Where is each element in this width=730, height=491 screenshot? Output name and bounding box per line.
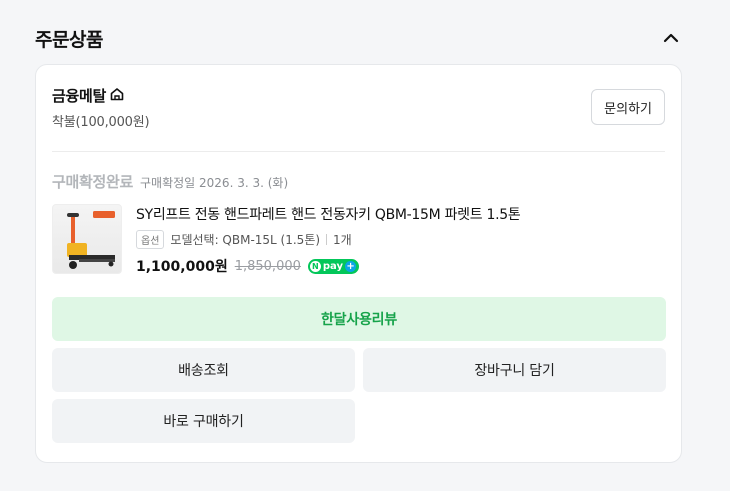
buy-now-button[interactable]: 바로 구매하기 [52,399,355,443]
option-separator [326,234,328,245]
section-header: 주문상품 [35,24,685,52]
divider [52,151,665,152]
status-label: 구매확정완료 [52,173,134,191]
npay-label: pay [322,260,344,272]
option-text: 모델선택: QBM-15L (1.5톤) [170,233,321,247]
payment-method: 착불(100,000원) [52,115,150,130]
option-badge: 옵션 [136,230,165,249]
product-name[interactable]: SY리프트 전동 핸드파레트 핸드 전동자키 QBM-15M 파렛트 1.5톤 [136,204,521,224]
chevron-up-icon[interactable] [659,26,683,50]
order-status: 구매확정완료 구매확정일 2026. 3. 3. (화) [52,171,288,192]
original-price: 1,850,000 [234,258,301,274]
npay-n-icon: N [309,260,321,272]
price: 1,100,000원 [136,259,228,275]
order-card: 금융메탈 착불(100,000원) 문의하기 구매확정완료 구매확정일 2026… [35,64,682,463]
product-thumbnail[interactable] [52,204,122,274]
add-to-cart-button[interactable]: 장바구니 담기 [363,348,666,392]
product-option: 옵션 모델선택: QBM-15L (1.5톤) 1개 [136,230,352,249]
seller-name: 금융메탈 [52,87,107,105]
product-item: SY리프트 전동 핸드파레트 핸드 전동자키 QBM-15M 파렛트 1.5톤 … [52,204,665,278]
track-delivery-button[interactable]: 배송조회 [52,348,355,392]
confirm-date: 구매확정일 2026. 3. 3. (화) [140,176,289,190]
seller-row: 금융메탈 착불(100,000원) 문의하기 [52,85,665,135]
npay-plus-badge: N pay + [307,258,360,274]
plus-icon: + [345,260,357,272]
inquiry-button[interactable]: 문의하기 [591,89,665,125]
quantity: 1개 [333,233,352,247]
review-button[interactable]: 한달사용리뷰 [52,297,666,341]
seller-name-link[interactable]: 금융메탈 [52,85,125,106]
price-row: 1,100,000원 1,850,000 N pay + [136,256,360,276]
store-icon [109,86,125,106]
section-title: 주문상품 [35,28,103,51]
